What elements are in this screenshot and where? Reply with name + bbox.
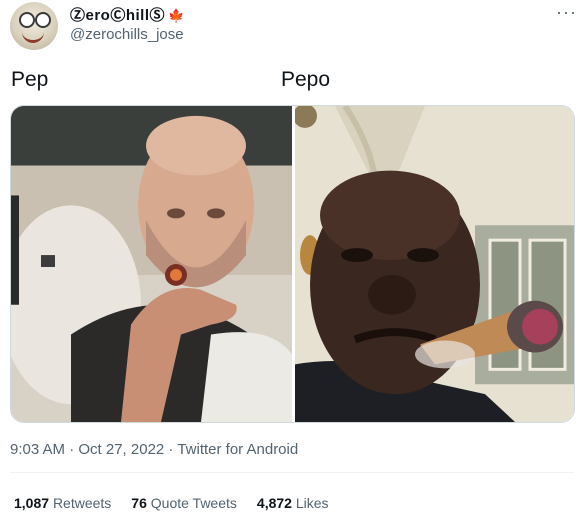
user-handle[interactable]: @zerochills_jose [70, 26, 184, 43]
retweets-count: 1,087 [14, 495, 50, 511]
caption-left: Pep [11, 68, 49, 91]
retweets-label: Retweets [52, 495, 112, 511]
likes-stat[interactable]: 4,872 Likes [257, 495, 329, 511]
caption-right: Pepo [281, 68, 331, 91]
likes-count: 4,872 [256, 495, 292, 511]
avatar[interactable] [10, 2, 58, 50]
display-name[interactable]: ⓏeroⒸhillⓈ 🍁 [70, 4, 185, 25]
tweet-timestamp[interactable]: 9:03 AM · Oct 27, 2022 · Twitter for And… [10, 441, 298, 458]
right-photo[interactable] [295, 106, 574, 422]
likes-label: Likes [295, 495, 329, 511]
man-smoking-cigar-photo [11, 106, 292, 422]
man-smoking-cigar-selfie-photo [295, 106, 574, 422]
more-icon[interactable]: ··· [556, 2, 577, 23]
quote-tweets-stat[interactable]: 76 Quote Tweets [131, 495, 237, 511]
quote-tweets-label: Quote Tweets [150, 495, 237, 511]
media-grid [10, 105, 575, 423]
quote-tweets-count: 76 [131, 495, 147, 511]
left-photo[interactable] [11, 106, 292, 422]
avatar-eye [35, 12, 51, 28]
engagement-stats: 1,087 Retweets 76 Quote Tweets 4,872 Lik… [14, 495, 329, 511]
display-name-text: ⓏeroⒸhillⓈ [70, 7, 166, 24]
canada-flag-icon: 🍁 [168, 8, 185, 23]
avatar-mouth [22, 32, 44, 43]
avatar-eye [19, 12, 35, 28]
retweets-stat[interactable]: 1,087 Retweets [14, 495, 111, 511]
divider [10, 472, 574, 473]
